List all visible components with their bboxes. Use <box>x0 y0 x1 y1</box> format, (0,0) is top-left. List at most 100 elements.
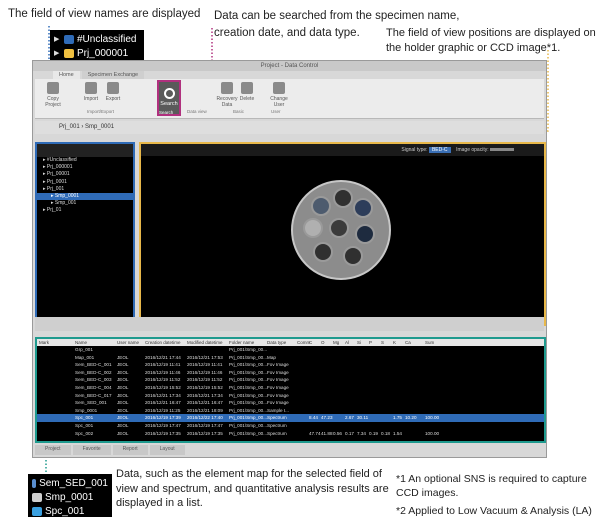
image-opacity-slider[interactable] <box>490 148 514 152</box>
column-header[interactable]: Data type <box>267 339 297 346</box>
table-cell <box>345 392 357 400</box>
table-cell <box>309 392 321 400</box>
column-header[interactable]: User name <box>117 339 145 346</box>
change-user-button[interactable]: Change User <box>267 82 291 108</box>
table-row[interactable]: Map_001 JEOL 2016/12/21 17:44 2016/12/21 17… <box>37 354 544 362</box>
import-button[interactable]: Import <box>79 82 103 102</box>
table-cell <box>381 384 393 392</box>
table-cell: 2016/12/21 17:44 <box>145 354 181 360</box>
table-row[interactable]: Sem_BED-C_003 JEOL 2016/12/19 11:52 2016/12… <box>37 376 544 384</box>
table-cell: Prj_001\Smp_00... <box>229 400 268 406</box>
tab-home[interactable]: Home <box>53 71 80 79</box>
tab-favorite[interactable]: Favorite <box>72 445 111 455</box>
table-row[interactable]: Sem_SED_001 JEOL 2016/12/21 16:47 2016/12/2… <box>37 399 544 407</box>
specimen-stub[interactable] <box>311 196 331 216</box>
tree-row[interactable]: ▸ #Unclassified <box>37 157 133 164</box>
column-header[interactable]: K <box>393 339 405 346</box>
table-row[interactable]: Sem_BED-C_017 JEOL 2016/12/21 17:34 2016/12… <box>37 392 544 400</box>
tree-row[interactable]: ▸ Prj_0001 <box>37 179 133 186</box>
column-header[interactable]: Modified datetime <box>187 339 229 346</box>
data-list-panel: Mark Name User name Creation datetime Modifi… <box>35 337 546 443</box>
table-cell <box>37 399 75 407</box>
column-header[interactable]: O <box>321 339 333 346</box>
table-row[interactable]: Sem_BED-C_001 JEOL 2016/12/19 11:41 2016/12… <box>37 361 544 369</box>
table-cell: 2016/12/19 11:52 <box>145 377 181 383</box>
specimen-stub-center[interactable] <box>329 218 349 238</box>
group-user: User <box>271 109 281 114</box>
specimen-stub[interactable] <box>355 224 375 244</box>
column-header[interactable]: Creation datetime <box>145 339 187 346</box>
table-cell <box>309 346 321 354</box>
table-cell: 0.19 <box>369 430 378 436</box>
tree-row[interactable]: ▸ Prj_01 <box>37 207 133 214</box>
table-cell <box>381 361 393 369</box>
export-button[interactable]: Export <box>101 82 125 102</box>
table-cell <box>333 399 345 407</box>
tab-specimen-exchange[interactable]: Specimen Exchange <box>81 71 145 79</box>
column-header[interactable]: Mark <box>37 339 75 346</box>
table-cell: Fov Image <box>267 377 289 383</box>
table-cell <box>381 399 393 407</box>
tree-row[interactable]: ▸ Smp_001 <box>37 200 133 207</box>
table-cell <box>321 354 333 362</box>
specimen-stub[interactable] <box>303 218 323 238</box>
breadcrumb-item-project[interactable]: Prj_001 <box>59 124 80 130</box>
column-header[interactable]: Name <box>75 339 117 346</box>
table-row[interactable]: Sem_BED-C_002 JEOL 2016/12/19 11:46 2016/12… <box>37 369 544 377</box>
specimen-stub[interactable] <box>343 246 363 266</box>
column-header[interactable]: Al <box>345 339 357 346</box>
specimen-stub[interactable] <box>333 188 353 208</box>
tree-row[interactable]: ▸ Prj_000001 <box>37 164 133 171</box>
footnote-1: *1 An optional SNS is required to captur… <box>396 473 587 499</box>
specimen-stub[interactable] <box>313 242 333 262</box>
tree-row[interactable]: ▸ Prj_001 <box>37 186 133 193</box>
tree-row[interactable]: ▸ Smp_0001 <box>37 192 133 201</box>
table-row[interactable]: Spc_001 JEOL 2016/12/19 17:47 2016/12/19 17… <box>37 422 544 430</box>
column-header[interactable]: Comm <box>297 339 310 346</box>
breadcrumb-item-specimen[interactable]: Smp_0001 <box>85 124 114 130</box>
column-header[interactable]: Mg <box>333 339 345 346</box>
table-cell <box>393 384 405 392</box>
table-row[interactable]: Spc_002 JEOL 2016/12/19 17:35 2016/12/19 17… <box>37 430 544 438</box>
table-cell: JEOL <box>117 362 129 368</box>
tree-item[interactable]: ▶ #Unclassified <box>54 32 140 46</box>
expand-arrow-icon[interactable]: ▶ <box>54 49 64 57</box>
table-row[interactable]: Grp_001 Prj_001\Smp_00... <box>37 346 544 354</box>
column-header[interactable]: Sum <box>425 339 445 346</box>
table-cell <box>405 369 425 377</box>
table-cell <box>309 354 321 362</box>
table-cell: Spc_002 <box>75 430 94 436</box>
column-header[interactable]: Si <box>357 339 369 346</box>
signal-type-select[interactable]: BED-C <box>428 147 451 153</box>
expand-arrow-icon[interactable]: ▶ <box>54 35 64 43</box>
breadcrumb-separator-icon: › <box>81 124 84 130</box>
table-cell: Prj_001\Smp_00... <box>229 392 268 398</box>
holder-graphic[interactable] <box>291 180 391 280</box>
tab-layout[interactable]: Layout <box>149 445 185 455</box>
list-item[interactable]: Sem_SED_001 <box>32 476 108 490</box>
list-item[interactable]: Spc_001 <box>32 504 108 518</box>
column-header[interactable]: P <box>369 339 381 346</box>
table-cell <box>425 392 445 400</box>
specimen-stub[interactable] <box>353 198 373 218</box>
table-row[interactable]: Smp_0001 JEOL 2016/12/19 11:25 2016/12/21 1… <box>37 407 544 415</box>
table-cell <box>405 399 425 407</box>
copy-project-button[interactable]: Copy Project <box>41 82 65 108</box>
tab-project[interactable]: Project <box>35 445 71 455</box>
callout-search-line1: Data can be searched from the specimen n… <box>214 10 460 22</box>
table-cell: Sample I... <box>267 407 289 413</box>
column-header[interactable]: Folder name <box>229 339 267 346</box>
column-header[interactable]: C <box>309 339 321 346</box>
tab-report[interactable]: Report <box>112 445 148 455</box>
table-row[interactable]: Sem_BED-C_004 JEOL 2016/12/19 15:52 2016/12… <box>37 384 544 392</box>
column-header[interactable]: Ca <box>405 339 425 346</box>
tree-row[interactable]: ▸ Prj_00001 <box>37 171 133 178</box>
import-label: Import <box>83 96 99 102</box>
table-row[interactable]: Spc_001 JEOL 2016/12/19 17:39 2016/12/22 17… <box>37 414 544 422</box>
tree-item[interactable]: ▶ Prj_000001 <box>54 46 140 60</box>
table-cell <box>393 369 405 377</box>
list-item[interactable]: Smp_0001 <box>32 490 108 504</box>
delete-button[interactable]: Delete <box>235 82 259 102</box>
column-header[interactable]: S <box>381 339 393 346</box>
table-cell <box>405 407 425 415</box>
